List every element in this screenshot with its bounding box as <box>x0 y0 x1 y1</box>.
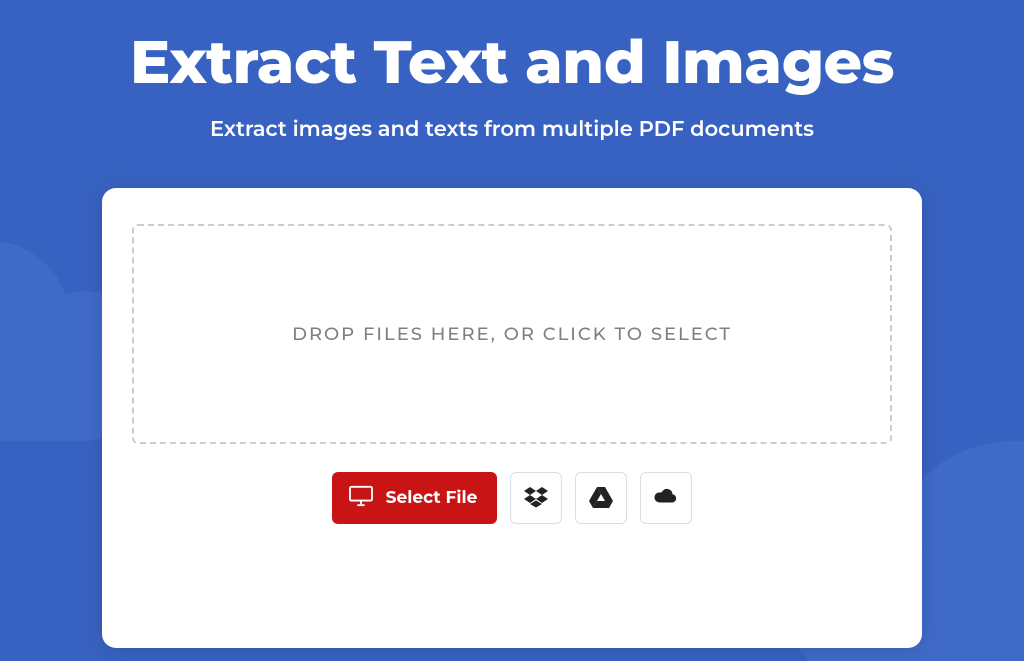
file-dropzone[interactable]: DROP FILES HERE, OR CLICK TO SELECT <box>132 224 892 444</box>
dropbox-button[interactable] <box>510 472 562 524</box>
select-file-button[interactable]: Select File <box>332 472 498 524</box>
upload-panel: DROP FILES HERE, OR CLICK TO SELECT Sele… <box>102 188 922 648</box>
page-root: Extract Text and Images Extract images a… <box>0 0 1024 661</box>
google-drive-icon <box>589 486 613 511</box>
computer-icon <box>348 485 374 512</box>
page-title: Extract Text and Images <box>130 26 894 99</box>
onedrive-icon <box>654 486 678 511</box>
onedrive-button[interactable] <box>640 472 692 524</box>
upload-buttons-row: Select File <box>332 472 693 524</box>
content-container: Extract Text and Images Extract images a… <box>0 0 1024 661</box>
select-file-label: Select File <box>386 488 478 508</box>
page-subtitle: Extract images and texts from multiple P… <box>210 117 814 142</box>
dropzone-text: DROP FILES HERE, OR CLICK TO SELECT <box>292 323 732 345</box>
dropbox-icon <box>524 486 548 511</box>
google-drive-button[interactable] <box>575 472 627 524</box>
